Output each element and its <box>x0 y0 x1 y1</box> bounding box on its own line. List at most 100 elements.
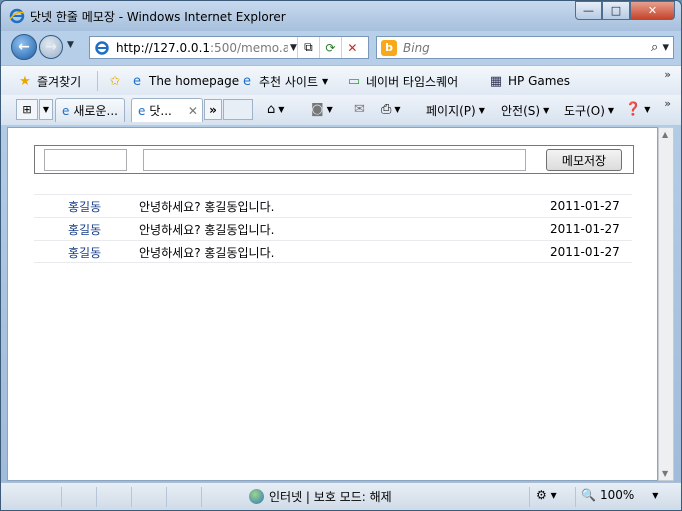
internet-globe-icon <box>249 489 264 504</box>
web-slice-icon: ▭ <box>347 74 361 89</box>
favorites-separator <box>97 71 98 91</box>
memo-author: 홍길동 <box>68 246 102 260</box>
commandbar-overflow-icon[interactable]: » <box>664 97 671 110</box>
recent-pages-dropdown-icon[interactable]: ▼ <box>67 40 74 50</box>
add-favorite-star-icon: ✩ <box>109 73 121 89</box>
minimize-button[interactable]: — <box>575 1 602 20</box>
close-button[interactable]: ✕ <box>630 1 675 20</box>
help-button[interactable]: ❓ ▼ <box>625 102 650 117</box>
ie-page-icon: e <box>133 73 141 89</box>
browser-window: 닷넷 한줄 메모장 - Windows Internet Explorer — … <box>0 0 682 511</box>
help-icon: ❓ <box>625 102 642 117</box>
navigation-bar: ← → ▼ http://127.0.0.1:500/memo.a ▼ ⧉ ⟳ … <box>1 31 681 65</box>
tab-list-dropdown-icon[interactable]: ▼ <box>39 99 53 120</box>
memo-list: 홍길동 안녕하세요? 홍길동입니다. 2011-01-27 홍길동 안녕하세요?… <box>34 194 632 263</box>
memo-date: 2011-01-27 <box>550 222 620 236</box>
title-bar: 닷넷 한줄 메모장 - Windows Internet Explorer — … <box>1 1 681 31</box>
refresh-icon[interactable]: ⟳ <box>318 37 341 58</box>
security-zone[interactable]: 인터넷 | 보호 모드: 해제 <box>249 488 392 505</box>
compatibility-view-icon[interactable]: ⧉ <box>296 37 319 58</box>
chevron-down-icon: ▼ <box>543 106 550 115</box>
back-button[interactable]: ← <box>11 34 37 60</box>
tab-close-icon[interactable]: ✕ <box>188 104 198 118</box>
search-box[interactable]: b ⌕ ▾ <box>376 36 674 59</box>
add-favorite-button[interactable]: ✩ <box>107 73 123 89</box>
memo-form: 메모저장 <box>34 145 634 174</box>
vertical-scrollbar[interactable]: ▲ ▼ <box>658 127 674 481</box>
rss-feed-icon: ◙ <box>311 102 324 117</box>
quick-tabs-icon[interactable]: ⊞ <box>16 99 38 120</box>
address-path: :500/memo.a <box>210 40 288 55</box>
chevron-down-icon: ▼ <box>478 106 485 115</box>
zoom-control[interactable]: 🔍 100% ▼ <box>581 488 658 502</box>
memo-author: 홍길동 <box>68 200 102 214</box>
ie-suggested-icon: e <box>243 74 251 89</box>
safety-menu[interactable]: 안전(S) ▼ <box>501 102 549 119</box>
memo-text: 안녕하세요? 홍길동입니다. <box>139 246 275 260</box>
tools-menu[interactable]: 도구(O) ▼ <box>564 102 614 119</box>
memo-date: 2011-01-27 <box>550 199 620 213</box>
home-icon: ⌂ <box>267 102 276 117</box>
tab-label: 닷... <box>149 104 172 118</box>
printer-icon: ⎙ <box>381 102 392 117</box>
maximize-button[interactable]: □ <box>602 1 630 20</box>
chevron-down-icon: ▼ <box>652 490 659 500</box>
stop-icon[interactable]: ✕ <box>340 37 363 58</box>
search-input[interactable] <box>403 40 623 55</box>
print-button[interactable]: ⎙ ▼ <box>381 102 401 117</box>
window-controls: — □ ✕ <box>575 1 675 20</box>
name-input[interactable] <box>44 149 127 171</box>
mail-icon: ✉ <box>354 102 365 117</box>
memo-row: 홍길동 안녕하세요? 홍길동입니다. 2011-01-27 <box>34 240 632 263</box>
security-zone-text: 인터넷 | 보호 모드: 해제 <box>269 490 392 504</box>
safety-menu-label: 안전(S) <box>501 104 541 118</box>
page-menu[interactable]: 페이지(P) ▼ <box>426 102 485 119</box>
page-menu-label: 페이지(P) <box>426 104 476 118</box>
favorite-item-homepage[interactable]: e The homepage <box>129 73 239 89</box>
memo-author: 홍길동 <box>68 223 102 237</box>
page-ie-icon <box>95 40 109 55</box>
address-bar[interactable]: http://127.0.0.1:500/memo.a ▼ ⧉ ⟳ ✕ <box>89 36 369 59</box>
chevron-down-icon: ▼ <box>607 106 615 115</box>
status-divider <box>529 487 530 507</box>
scroll-down-arrow-icon[interactable]: ▼ <box>662 469 668 478</box>
favorite-item-label: 추천 사이트 <box>259 75 319 89</box>
zoom-magnifier-icon: 🔍 <box>581 488 596 502</box>
favorite-item-suggested-sites[interactable]: e 추천 사이트 ▼ <box>239 73 328 90</box>
favorite-item-label: HP Games <box>508 74 571 88</box>
favorites-button[interactable]: ★ 즐겨찾기 <box>17 73 81 90</box>
forward-button[interactable]: → <box>39 35 63 59</box>
chevron-down-icon: ▼ <box>322 77 329 86</box>
forward-arrow-icon: → <box>45 39 57 55</box>
address-host: http://127.0.0.1 <box>116 40 211 55</box>
tab-label: 새로운... <box>73 104 118 118</box>
address-url[interactable]: http://127.0.0.1:500/memo.a <box>116 41 288 55</box>
status-divider <box>131 487 132 507</box>
save-memo-button[interactable]: 메모저장 <box>546 149 622 171</box>
chevron-down-icon: ▼ <box>326 105 333 114</box>
memo-input[interactable] <box>143 149 526 171</box>
scroll-up-arrow-icon[interactable]: ▲ <box>662 130 668 139</box>
new-tab-button[interactable] <box>223 99 253 120</box>
tab-more-button[interactable]: » <box>204 99 222 120</box>
favorites-label: 즐겨찾기 <box>37 75 82 89</box>
favorite-item-naver-timesquare[interactable]: ▭ 네이버 타임스퀘어 <box>346 73 458 90</box>
protected-mode-icon[interactable]: ⚙ ▾ <box>536 488 557 502</box>
feeds-button[interactable]: ◙ ▼ <box>311 102 333 117</box>
zoom-level: 100% <box>599 488 635 502</box>
hp-games-icon: ▦ <box>489 73 503 89</box>
window-title: 닷넷 한줄 메모장 - Windows Internet Explorer <box>30 10 286 24</box>
memo-text: 안녕하세요? 홍길동입니다. <box>139 200 275 214</box>
favorites-bar: ★ 즐겨찾기 ✩ e The homepage e 추천 사이트 ▼ ▭ 네이버… <box>1 65 681 95</box>
read-mail-button[interactable]: ✉ <box>354 102 365 117</box>
tab-ie-icon: e <box>62 103 70 118</box>
tab-memo[interactable]: e 닷... ✕ <box>131 98 203 122</box>
home-button[interactable]: ⌂ ▼ <box>267 102 284 117</box>
tab-new[interactable]: e 새로운... <box>55 98 125 122</box>
status-divider <box>575 487 576 507</box>
address-dropdown-icon[interactable]: ▼ <box>290 43 297 53</box>
favorites-overflow-icon[interactable]: » <box>664 68 671 81</box>
favorite-item-label: 네이버 타임스퀘어 <box>366 75 459 89</box>
favorite-item-hp-games[interactable]: ▦ HP Games <box>488 73 570 89</box>
search-magnifier-icon[interactable]: ⌕ ▾ <box>651 40 669 55</box>
